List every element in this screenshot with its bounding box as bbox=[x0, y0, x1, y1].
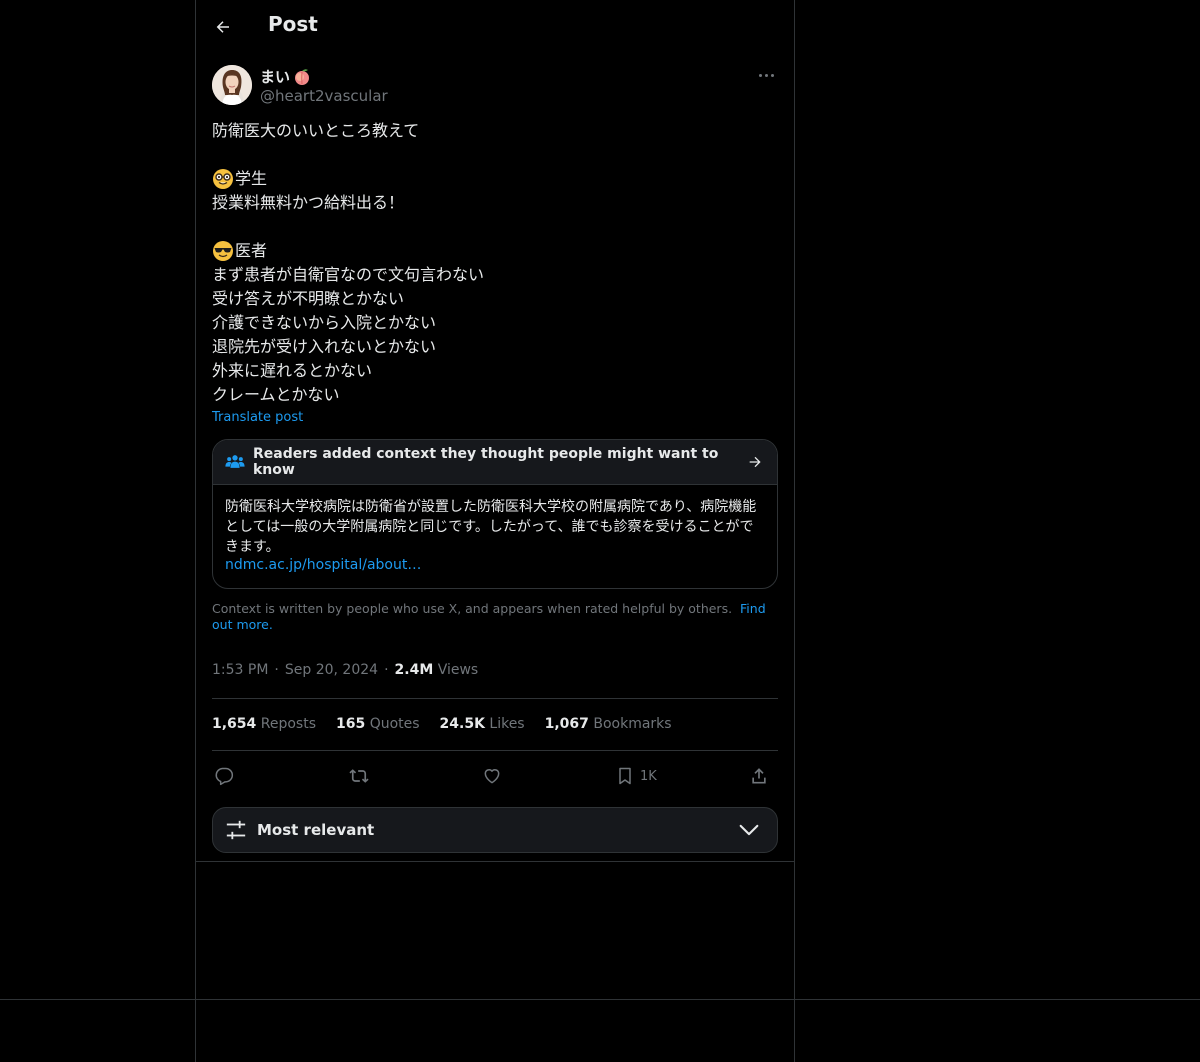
heart-icon bbox=[484, 769, 500, 784]
nerd-face-emoji bbox=[213, 169, 233, 189]
post-date[interactable]: Sep 20, 2024 bbox=[285, 662, 378, 678]
likes-count: 24.5K bbox=[439, 716, 485, 732]
people-icon bbox=[225, 455, 245, 468]
chevron-down-icon bbox=[739, 824, 759, 836]
translate-post-link[interactable]: Translate post bbox=[212, 410, 303, 425]
bookmark-count: 1K bbox=[640, 768, 657, 784]
primary-column: Post まい @heart2vascular 防衛医大のいいところ教えて 学生… bbox=[195, 0, 795, 1062]
reposts-count: 1,654 bbox=[212, 716, 257, 732]
header: Post bbox=[196, 0, 794, 54]
post-line-text: 医者 bbox=[235, 241, 268, 260]
post-line: 医者 bbox=[212, 239, 778, 263]
views-count: 2.4M bbox=[394, 662, 434, 678]
like-button[interactable] bbox=[482, 762, 502, 790]
more-dot-icon bbox=[770, 73, 774, 77]
reply-sort-selector[interactable]: Most relevant bbox=[212, 807, 778, 853]
community-note-link[interactable]: ndmc.ac.jp/hospital/about… bbox=[225, 557, 421, 573]
share-icon bbox=[752, 768, 766, 784]
post-line: 授業料無料かつ給料出る！ bbox=[212, 193, 405, 212]
more-dot-icon bbox=[764, 73, 768, 77]
post-line: 受け答えが不明瞭とかない bbox=[212, 289, 405, 308]
quotes-count: 165 bbox=[336, 716, 366, 732]
meta-separator: · bbox=[384, 662, 389, 678]
reposts-label: Reposts bbox=[260, 716, 316, 732]
post-line: 防衛医大のいいところ教えて bbox=[212, 121, 420, 140]
repost-button[interactable] bbox=[348, 762, 370, 790]
meta-separator: · bbox=[274, 662, 279, 678]
divider bbox=[212, 750, 778, 751]
post-time[interactable]: 1:53 PM bbox=[212, 662, 268, 678]
arrow-left-icon bbox=[216, 21, 229, 33]
post-meta: 1:53 PM · Sep 20, 2024 · 2.4M Views bbox=[212, 662, 478, 678]
bookmark-icon bbox=[619, 767, 631, 785]
post-text: 防衛医大のいいところ教えて 学生 授業料無料かつ給料出る！ 医者 まず患者が自衛… bbox=[212, 119, 778, 407]
bookmark-button[interactable]: 1K bbox=[616, 762, 657, 790]
context-disclaimer-text: Context is written by people who use X, … bbox=[212, 601, 733, 616]
community-note-body: 防衛医科大学校病院は防衛省が設置した防衛医科大学校の附属病院であり、病院機能とし… bbox=[225, 499, 757, 555]
community-note-heading: Readers added context they thought peopl… bbox=[253, 446, 719, 478]
column-divider bbox=[196, 861, 794, 862]
more-options-button[interactable] bbox=[754, 68, 778, 82]
action-bar: 1K bbox=[212, 762, 778, 790]
bookmarks-count: 1,067 bbox=[544, 716, 589, 732]
community-note: Readers added context they thought peopl… bbox=[212, 439, 778, 589]
display-name-text: まい bbox=[260, 68, 291, 86]
sliders-icon bbox=[226, 820, 246, 840]
post-line: 退院先が受け入れないとかない bbox=[212, 337, 437, 356]
sunglasses-face-emoji bbox=[213, 241, 233, 261]
share-button[interactable] bbox=[749, 762, 769, 790]
page-divider bbox=[0, 999, 1200, 1000]
back-button[interactable] bbox=[210, 12, 236, 42]
engagement-stats: 1,654 Reposts 165 Quotes 24.5K Likes 1,0… bbox=[212, 716, 672, 732]
quotes-label: Quotes bbox=[369, 716, 420, 732]
community-note-header[interactable]: Readers added context they thought peopl… bbox=[213, 440, 777, 485]
bookmarks-label: Bookmarks bbox=[593, 716, 672, 732]
reply-icon bbox=[215, 767, 234, 786]
display-name[interactable]: まい bbox=[260, 66, 312, 87]
sort-label: Most relevant bbox=[257, 821, 375, 839]
page-title: Post bbox=[268, 12, 318, 36]
bookmarks-stat[interactable]: 1,067 Bookmarks bbox=[545, 716, 672, 732]
context-disclaimer: Context is written by people who use X, … bbox=[212, 601, 778, 633]
post-author: まい @heart2vascular bbox=[212, 64, 778, 108]
reply-button[interactable] bbox=[214, 762, 234, 790]
post-line: 介護できないから入院とかない bbox=[212, 313, 437, 332]
post-line-blank bbox=[212, 143, 778, 167]
post-line: 学生 bbox=[212, 167, 778, 191]
likes-stat[interactable]: 24.5K Likes bbox=[440, 716, 525, 732]
post-line-blank bbox=[212, 215, 778, 239]
post-line: 外来に遅れるとかない bbox=[212, 361, 373, 380]
peach-emoji bbox=[295, 68, 310, 85]
post-line: クレームとかない bbox=[212, 385, 340, 404]
divider bbox=[212, 698, 778, 699]
avatar[interactable] bbox=[212, 65, 252, 105]
reposts-stat[interactable]: 1,654 Reposts bbox=[212, 716, 316, 732]
views-label: Views bbox=[437, 662, 479, 678]
likes-label: Likes bbox=[489, 716, 525, 732]
user-handle[interactable]: @heart2vascular bbox=[260, 87, 388, 105]
post-line-text: 学生 bbox=[235, 169, 268, 188]
post-line: まず患者が自衛官なので文句言わない bbox=[212, 265, 485, 284]
quotes-stat[interactable]: 165 Quotes bbox=[336, 716, 420, 732]
repost-icon bbox=[349, 769, 369, 783]
arrow-right-icon bbox=[749, 456, 761, 468]
more-dot-icon bbox=[758, 73, 762, 77]
